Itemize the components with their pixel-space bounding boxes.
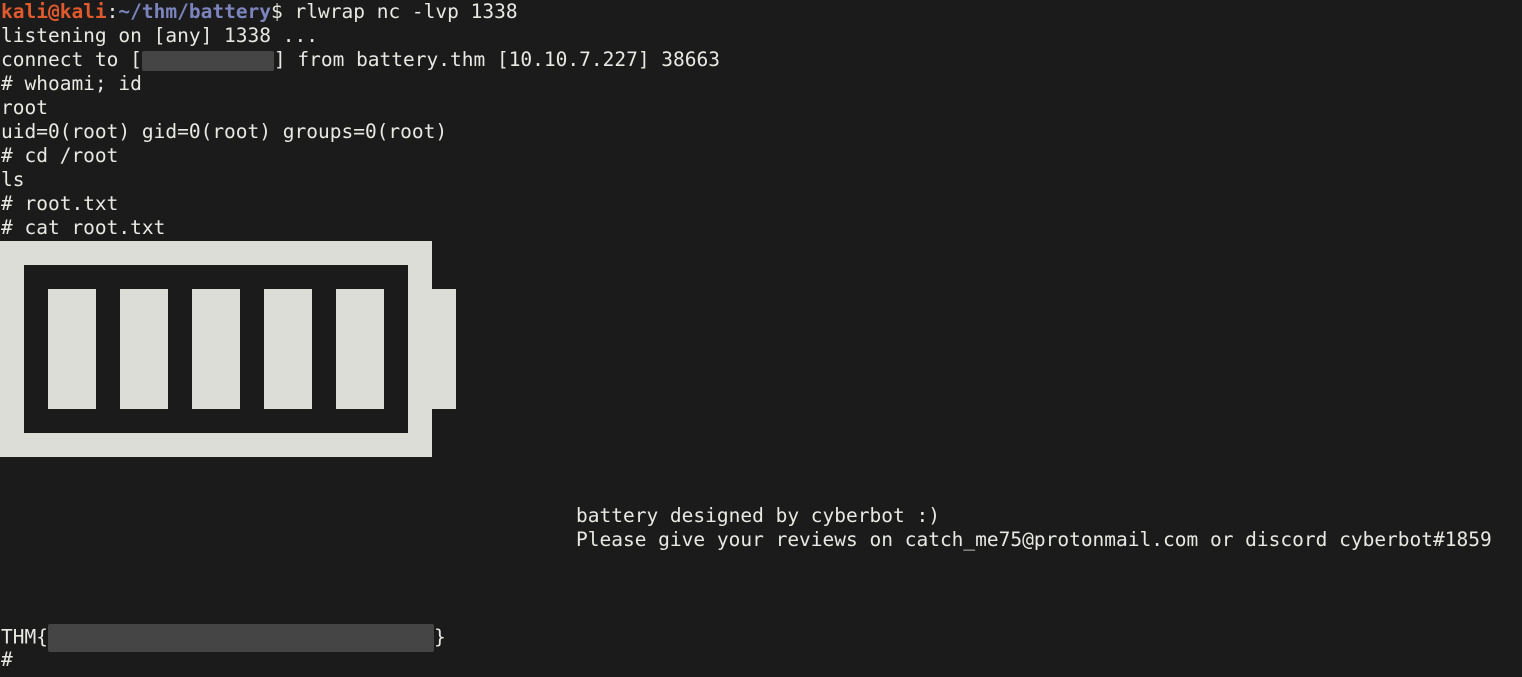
prompt-command: rlwrap nc -lvp 1338: [282, 0, 518, 23]
prompt-user-host: kali@kali: [1, 0, 107, 23]
battery-cell: [192, 289, 240, 409]
output-listening: listening on [any] 1338 ...: [1, 24, 318, 47]
command-cd: # cd /root: [1, 144, 119, 167]
output-whoami: root: [1, 96, 48, 119]
prompt-separator: :: [106, 0, 119, 23]
flag-suffix: }: [433, 625, 446, 649]
terminal-window[interactable]: kali@kali:~/thm/battery$ rlwrap nc -lvp …: [0, 0, 1522, 677]
battery-tip: [432, 289, 456, 409]
connect-prefix: connect to [: [1, 48, 142, 71]
flag-prefix: THM{: [1, 625, 48, 649]
command-ls: ls: [1, 168, 25, 191]
battery-cell: [264, 289, 312, 409]
output-id: uid=0(root) gid=0(root) groups=0(root): [1, 120, 448, 143]
battery-inner: [24, 265, 408, 433]
output-ls: # root.txt: [1, 192, 119, 215]
battery-art: [0, 241, 432, 457]
command-cat: # cat root.txt: [1, 216, 166, 239]
shell-prompt-line: kali@kali:~/thm/battery$ rlwrap nc -lvp …: [1, 0, 518, 24]
credits-line-2: Please give your reviews on catch_me75@p…: [576, 528, 1492, 551]
command-whoami: # whoami; id: [1, 72, 142, 95]
prompt-dollar: $: [271, 0, 283, 23]
connect-suffix: ] from battery.thm [10.10.7.227] 38663: [273, 48, 721, 71]
battery-cell: [336, 289, 384, 409]
flag-line: THM{}: [1, 624, 446, 652]
redacted-flag: [47, 624, 434, 652]
battery-cell: [120, 289, 168, 409]
prompt-path: ~/thm/battery: [118, 0, 272, 23]
credits-line-1: battery designed by cyberbot :): [576, 504, 940, 527]
battery-cell: [48, 289, 96, 409]
redacted-ip: [141, 50, 274, 71]
final-prompt[interactable]: #: [1, 648, 13, 672]
output-connect: connect to [ ] from battery.thm [10.10.7.…: [1, 48, 720, 72]
